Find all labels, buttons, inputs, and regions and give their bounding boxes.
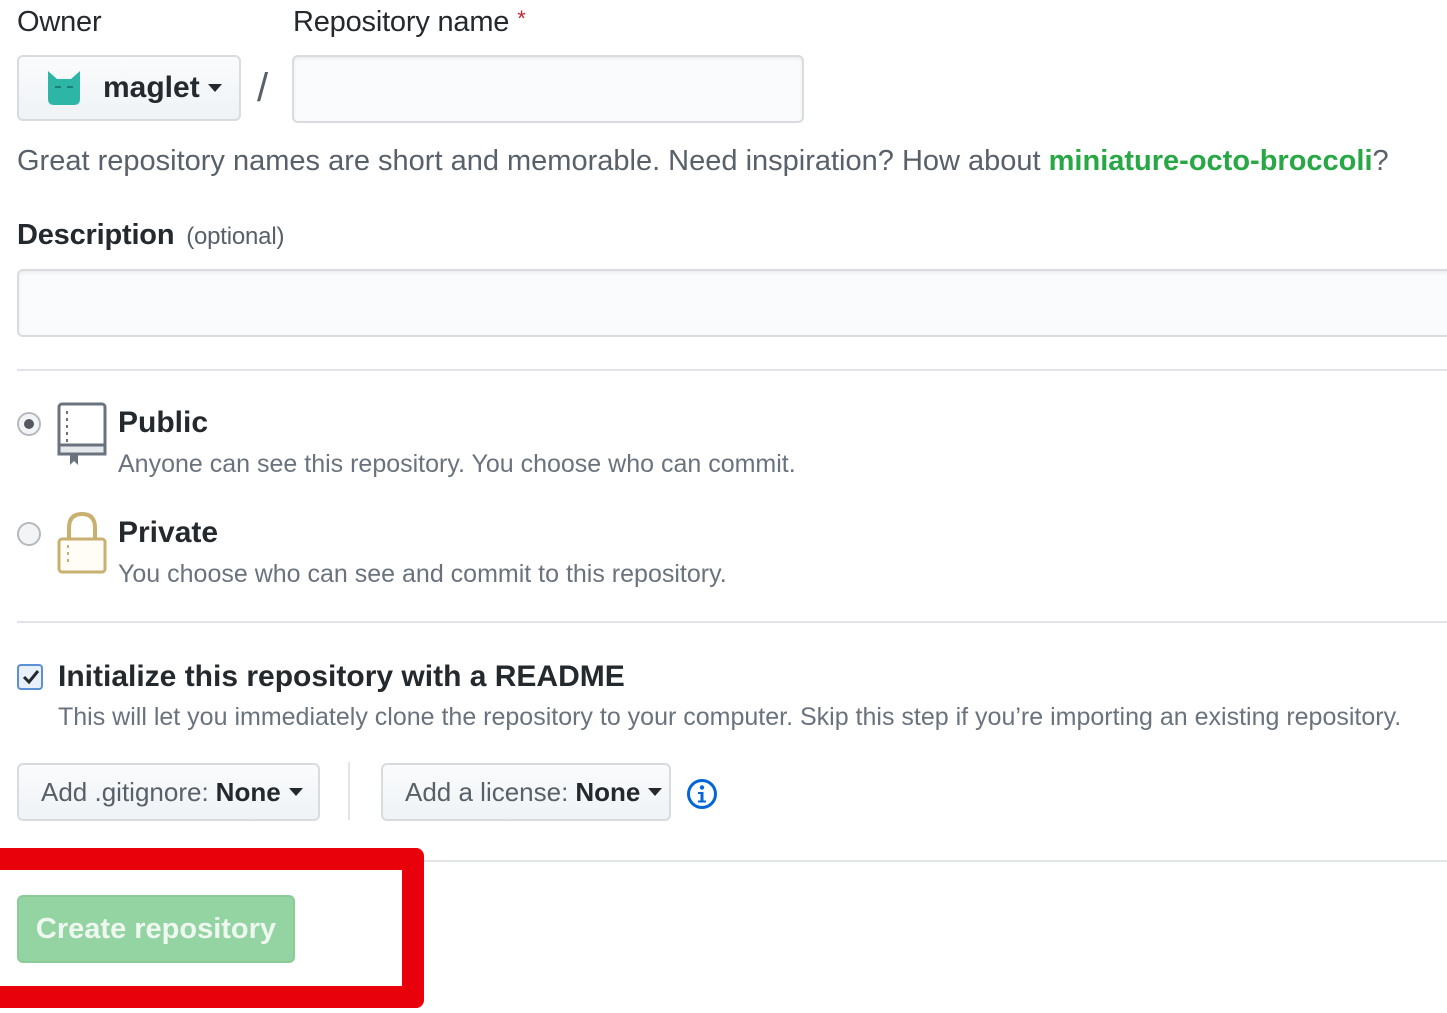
divider [17,369,1447,371]
checkmark-icon [22,670,40,685]
license-value: None [575,776,641,807]
readme-checkbox[interactable] [17,664,43,690]
new-repository-form: Owner Repository name * maglet / Great re… [0,0,1447,1013]
hint-suffix: ? [1372,145,1389,177]
required-marker: * [517,6,526,31]
description-label-text: Description [17,219,175,251]
readme-title: Initialize this repository with a README [58,660,625,693]
private-description: You choose who can see and commit to thi… [118,560,727,588]
repo-book-icon [57,402,107,465]
gitignore-label: Add .gitignore: [41,776,209,807]
repository-name-label: Repository name * [293,6,526,39]
lock-icon [57,511,107,574]
repository-name-hint: Great repository names are short and mem… [17,145,1389,178]
cat-avatar-icon [48,71,80,105]
license-dropdown[interactable]: Add a license: None [381,763,671,821]
info-icon[interactable] [686,778,718,810]
chevron-down-icon [288,788,303,796]
owner-dropdown[interactable]: maglet [17,55,241,121]
private-radio[interactable] [17,522,41,546]
description-input[interactable] [17,269,1447,337]
public-description: Anyone can see this repository. You choo… [118,450,796,478]
hint-text: Great repository names are short and mem… [17,145,1049,177]
gitignore-value: None [215,776,281,807]
repository-name-input[interactable] [292,55,804,123]
divider [17,860,1447,862]
chevron-down-icon [648,788,663,796]
divider [17,621,1447,623]
description-label: Description (optional) [17,219,284,252]
owner-name: maglet [103,71,200,104]
gitignore-dropdown[interactable]: Add .gitignore: None [17,763,320,821]
chevron-down-icon [207,84,222,92]
create-repository-button[interactable]: Create repository [17,895,295,963]
repository-name-label-text: Repository name [293,6,510,38]
private-title: Private [118,516,219,549]
public-title: Public [118,406,209,439]
license-label: Add a license: [405,776,569,807]
optional-label: (optional) [186,223,285,250]
owner-repo-separator: / [257,66,269,110]
public-radio[interactable] [17,412,41,436]
suggested-name-link[interactable]: miniature-octo-broccoli [1049,145,1373,177]
owner-label: Owner [17,6,102,38]
readme-description: This will let you immediately clone the … [58,703,1402,731]
divider [348,762,350,820]
